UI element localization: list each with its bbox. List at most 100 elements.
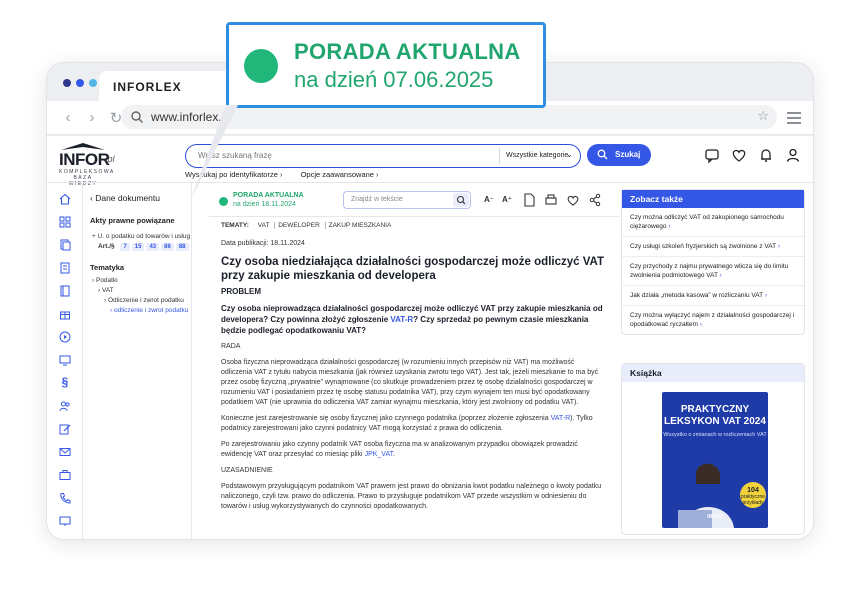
- bell-icon[interactable]: [757, 146, 775, 164]
- book-badge-text: praktyczne przykłady: [740, 494, 766, 506]
- document-data-title: Dane dokumentu: [95, 193, 160, 203]
- window-dot-3[interactable]: [89, 79, 97, 87]
- home-icon[interactable]: [59, 193, 71, 205]
- site-search-input[interactable]: Wpisz szukaną frazę Wszystkie kategorie …: [185, 144, 581, 168]
- see-also-link[interactable]: Czy można odliczyć VAT od zakupionego sa…: [622, 208, 804, 237]
- answer-paragraph-1: Osoba fizyczna nieprowadząca działalnośc…: [221, 359, 599, 406]
- callout-title: PORADA AKTUALNA: [294, 39, 521, 64]
- comment-icon[interactable]: [703, 146, 721, 164]
- book-box: Książka PRAKTYCZNY LEKSYKON VAT 2024 Wsz…: [621, 363, 805, 535]
- book-box-title: Książka: [622, 364, 804, 382]
- find-placeholder: Znajdź w tekście: [351, 196, 403, 203]
- status-badge: PORADA AKTUALNA: [233, 192, 304, 199]
- screen-icon[interactable]: [59, 515, 71, 527]
- find-in-text-input[interactable]: Znajdź w tekście: [343, 191, 471, 209]
- see-also-link-text: Czy przychody z najmu prywatnego wlicza …: [630, 263, 789, 279]
- tab-title: INFORLEX: [113, 80, 182, 94]
- advanced-options-label: Opcje zaawansowane: [300, 170, 374, 179]
- grid-icon[interactable]: [59, 216, 71, 228]
- topic-item[interactable]: › odliczenie i zwrot podatku: [110, 307, 188, 314]
- font-increase-icon[interactable]: A⁺: [499, 192, 515, 208]
- right-sidebar: Zobacz także Czy można odliczyć VAT od z…: [621, 183, 805, 539]
- act-articles-label: Art./§: [98, 243, 115, 250]
- documents-icon[interactable]: [59, 239, 71, 251]
- see-also-link-text: Jak działa „metoda kasowa” w rozliczaniu…: [630, 292, 763, 299]
- article-chip[interactable]: 43: [146, 243, 160, 251]
- heart-icon[interactable]: [730, 146, 748, 164]
- search-icon: [131, 111, 143, 123]
- vat-r-link[interactable]: VAT-R: [551, 415, 571, 422]
- article-chip[interactable]: 86: [161, 243, 174, 251]
- problem-question: Czy osoba nieprowadząca działalności gos…: [221, 303, 607, 336]
- article-area: PORADA AKTUALNA na dzień 18.11.2024 Znaj…: [209, 183, 619, 539]
- edit-icon[interactable]: [59, 423, 71, 435]
- book-icon[interactable]: [59, 285, 71, 297]
- search-button[interactable]: Szukaj: [587, 144, 651, 166]
- vat-r-link[interactable]: VAT-R: [390, 315, 413, 324]
- browser-menu-icon[interactable]: [787, 109, 801, 127]
- share-icon[interactable]: [587, 192, 603, 208]
- article-chip[interactable]: 7: [120, 243, 130, 251]
- article-body: TEMATY: VAT DEWELOPER ZAKUP MIESZKANIA D…: [221, 221, 607, 518]
- search-icon: [456, 195, 466, 205]
- pdf-icon[interactable]: [521, 192, 537, 208]
- topic-label-4: odliczenie i zwrot podatku: [113, 307, 189, 314]
- chevron-right-icon: ›: [777, 243, 780, 250]
- category-select[interactable]: Wszystkie kategorie: [506, 152, 568, 159]
- mail-icon[interactable]: [59, 446, 71, 458]
- see-also-link[interactable]: Czy przychody z najmu prywatnego wlicza …: [622, 257, 804, 286]
- act-articles: Art./§ 7 15 43 86 88: [98, 243, 194, 251]
- topic-item[interactable]: › Podatki: [92, 277, 118, 284]
- monitor-icon[interactable]: [59, 354, 71, 366]
- p3-text-a: Po zarejestrowaniu jako czynny podatnik …: [221, 441, 578, 458]
- window-dot-1[interactable]: [63, 79, 71, 87]
- infor-logo[interactable]: INFOR .pl KOMPLEKSOWA BAZA WIEDZY: [59, 142, 131, 187]
- document-icon[interactable]: [59, 262, 71, 274]
- user-icon[interactable]: [784, 146, 802, 164]
- article-chip[interactable]: 15: [131, 243, 145, 251]
- logo-suffix: .pl: [105, 154, 115, 164]
- topic-label-3: Odliczenie i zwrot podatku: [107, 297, 184, 304]
- jpk-vat-link[interactable]: JPK_VAT: [365, 451, 394, 458]
- article-chip[interactable]: 88: [175, 243, 189, 251]
- advanced-options-link[interactable]: Opcje zaawansowane ›: [301, 170, 379, 179]
- briefcase-icon[interactable]: [59, 469, 71, 481]
- see-also-link[interactable]: Czy usługi szkoleń fryzjerskich są zwoln…: [622, 237, 804, 257]
- see-also-link[interactable]: Czy można wyłączyć najem z działalności …: [622, 306, 804, 334]
- topics-label: TEMATY:: [221, 222, 249, 229]
- back-arrow-icon[interactable]: ‹: [61, 109, 75, 127]
- phone-icon[interactable]: [59, 492, 71, 504]
- topic-item[interactable]: › VAT: [98, 287, 114, 294]
- see-also-link-text: Czy usługi szkoleń fryzjerskich są zwoln…: [630, 243, 776, 250]
- forward-arrow-icon[interactable]: ›: [85, 109, 99, 127]
- topics-heading: Tematyka: [90, 263, 125, 272]
- users-icon[interactable]: [59, 400, 71, 412]
- topic-tag[interactable]: ZAKUP MIESZKANIA: [324, 222, 395, 229]
- article-title: Czy osoba niedziałająca działalności gos…: [221, 256, 605, 282]
- font-decrease-icon[interactable]: A⁻: [481, 192, 497, 208]
- chevron-down-icon[interactable]: ⌄: [566, 150, 573, 159]
- topic-tag[interactable]: VAT: [255, 222, 273, 229]
- document-data-toggle[interactable]: ‹ Dane dokumentu: [90, 193, 160, 203]
- window-dot-2[interactable]: [76, 79, 84, 87]
- gift-icon[interactable]: [59, 308, 71, 320]
- topic-item[interactable]: › Odliczenie i zwrot podatku: [104, 297, 184, 304]
- topic-tag[interactable]: DEWELOPER: [274, 222, 323, 229]
- web-page: INFOR .pl KOMPLEKSOWA BAZA WIEDZY Wpisz …: [47, 136, 813, 539]
- bookmark-star-icon[interactable]: ☆: [757, 108, 769, 124]
- find-button[interactable]: [453, 193, 469, 207]
- window-controls: [63, 79, 97, 87]
- play-icon[interactable]: [59, 331, 71, 343]
- justification-heading: UZASADNIENIE: [221, 467, 273, 474]
- see-also-link[interactable]: Jak działa „metoda kasowa” w rozliczaniu…: [622, 286, 804, 306]
- paragraph-icon[interactable]: §: [59, 376, 71, 388]
- print-icon[interactable]: [543, 192, 559, 208]
- browser-window: INFORLEX ‹ › ↻ www.inforlex.pl ☆ INFOR .…: [46, 62, 814, 540]
- favorite-icon[interactable]: [565, 192, 581, 208]
- book-cover[interactable]: PRAKTYCZNY LEKSYKON VAT 2024 Wszystko o …: [662, 392, 768, 528]
- chevron-right-icon: ›: [668, 223, 671, 230]
- related-act-item[interactable]: + U. o podatku od towarów i usług: [92, 233, 192, 241]
- p2-text-a: Konieczne jest zarejestrowanie się osoby…: [221, 415, 551, 422]
- see-also-link-text: Czy można wyłączyć najem z działalności …: [630, 312, 795, 328]
- book-brand: INFOR: [707, 514, 723, 520]
